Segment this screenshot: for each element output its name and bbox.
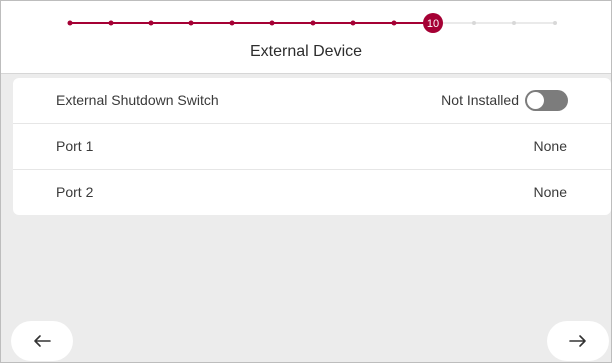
step-dot-pending	[553, 21, 557, 25]
step-dot-done	[350, 20, 356, 26]
back-button[interactable]	[11, 321, 73, 361]
settings-card: External Shutdown Switch Not Installed P…	[13, 78, 611, 215]
external-shutdown-toggle[interactable]	[525, 90, 568, 111]
step-dot-pending	[512, 21, 516, 25]
arrow-left-icon	[34, 335, 51, 347]
step-dot-done	[108, 20, 114, 26]
setting-status: Not Installed	[441, 92, 519, 108]
arrow-right-icon	[569, 335, 586, 347]
port-1-row[interactable]: Port 1 None	[13, 124, 611, 170]
step-dot-done	[188, 20, 194, 26]
port-2-row[interactable]: Port 2 None	[13, 170, 611, 215]
step-dot-done	[269, 20, 275, 26]
setting-label: Port 1	[56, 138, 94, 154]
page-title: External Device	[249, 43, 363, 60]
progress-stepper: 10	[67, 13, 557, 33]
toggle-knob	[527, 92, 544, 109]
step-dot-done	[148, 20, 154, 26]
step-dot-done	[229, 20, 235, 26]
step-dot-pending	[472, 21, 476, 25]
step-dot-done	[310, 20, 316, 26]
header: 10 External Device	[1, 1, 611, 74]
settings-list: External Shutdown Switch Not Installed P…	[13, 78, 611, 215]
step-dot-done	[67, 20, 73, 26]
setting-label: Port 2	[56, 184, 94, 200]
current-step-number: 10	[427, 18, 439, 30]
next-button[interactable]	[547, 321, 609, 361]
setting-value: None	[533, 184, 567, 200]
step-dot-done	[391, 20, 397, 26]
external-shutdown-switch-row: External Shutdown Switch Not Installed	[13, 78, 611, 124]
setting-label: External Shutdown Switch	[56, 92, 219, 108]
setting-value: None	[533, 138, 567, 154]
setup-wizard-screen: 10 External Device External Shutdown Swi…	[0, 0, 612, 363]
